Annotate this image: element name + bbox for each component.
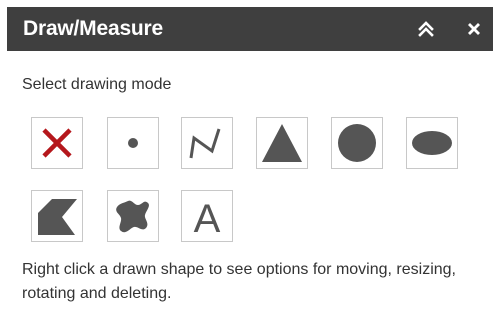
- circle-icon: [338, 124, 376, 162]
- triangle-icon: [262, 124, 302, 162]
- draw-polygon-button[interactable]: [31, 190, 83, 242]
- svg-text:A: A: [194, 197, 221, 241]
- polygon-icon: [38, 199, 77, 235]
- dot-icon: [128, 138, 138, 148]
- text-icon: A: [194, 197, 221, 241]
- red-x-icon: [42, 128, 72, 158]
- draw-text-button[interactable]: A: [181, 190, 233, 242]
- draw-freehand-button[interactable]: [107, 190, 159, 242]
- polyline-icon: [189, 128, 221, 159]
- close-button[interactable]: [461, 16, 487, 42]
- double-chevron-up-icon: [418, 21, 434, 37]
- draw-triangle-button[interactable]: [256, 117, 308, 169]
- draw-measure-panel: Draw/Measure Select drawing mode A Right…: [0, 0, 493, 309]
- panel-titlebar: Draw/Measure: [7, 7, 493, 51]
- collapse-button[interactable]: [413, 16, 439, 42]
- freehand-shape-icon: [116, 200, 149, 233]
- draw-point-button[interactable]: [107, 117, 159, 169]
- ellipse-icon: [412, 131, 452, 155]
- draw-circle-button[interactable]: [331, 117, 383, 169]
- help-text: Right click a drawn shape to see options…: [22, 261, 456, 302]
- drawing-mode-instruction: Select drawing mode: [22, 76, 172, 93]
- panel-title: Draw/Measure: [23, 17, 163, 40]
- close-icon: [468, 23, 480, 35]
- draw-ellipse-button[interactable]: [406, 117, 458, 169]
- draw-polyline-button[interactable]: [181, 117, 233, 169]
- clear-drawing-button[interactable]: [31, 117, 83, 169]
